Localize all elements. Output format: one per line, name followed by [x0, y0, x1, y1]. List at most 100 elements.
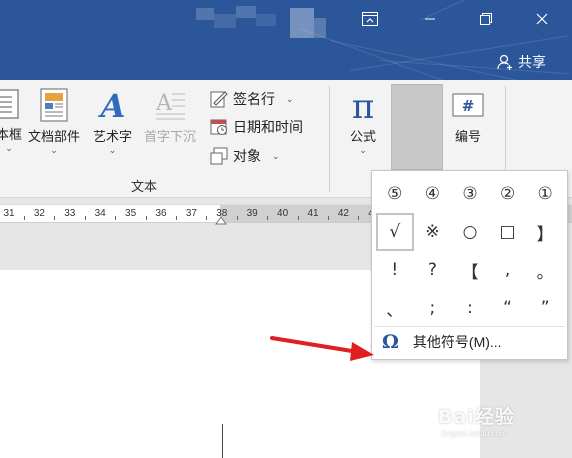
minimize-button[interactable] — [410, 4, 450, 34]
ruler-tick — [115, 216, 117, 220]
ruler-tick — [176, 216, 177, 220]
symbol-cell[interactable]: ② — [489, 175, 527, 213]
watermark-url: jingyan.baidu.com — [442, 429, 507, 438]
ruler-tick — [236, 216, 238, 220]
symbol-cell[interactable]: 。 — [526, 251, 564, 289]
date-time-label: 日期和时间 — [233, 119, 303, 135]
watermark-brand: Bai经验 — [438, 406, 515, 428]
ruler-label: 31 — [3, 208, 15, 219]
symbol-cell[interactable]: “ — [489, 289, 527, 327]
symbol-cell[interactable]: ○ — [451, 213, 489, 251]
symbol-grid: ⑤ ④ ③ ② ① √ ※ ○ □】!? 【,。、;: “” — [376, 175, 564, 327]
chevron-down-icon: ⌄ — [108, 145, 117, 155]
object-button[interactable]: 对象 ⌄ — [210, 146, 280, 166]
signature-icon — [210, 91, 228, 108]
symbol-cell[interactable]: ④ — [414, 175, 452, 213]
symbol-button[interactable] — [391, 84, 443, 170]
object-icon — [210, 147, 228, 165]
chevron-down-icon: ⌄ — [359, 145, 367, 155]
ruler-label: 34 — [94, 208, 106, 219]
symbol-cell[interactable]: , — [489, 251, 527, 289]
number-label: 编号 — [454, 129, 481, 144]
more-symbols-item[interactable]: Ω 其他符号(M)... — [382, 331, 502, 353]
red-arrow-annotation — [270, 336, 374, 361]
ruler-label: 40 — [277, 208, 289, 219]
svg-text:A: A — [98, 88, 125, 122]
ruler-tick — [84, 216, 86, 220]
signature-label: 签名行 — [233, 91, 275, 107]
minimize-icon — [425, 18, 435, 20]
indent-marker-icon[interactable] — [215, 215, 227, 225]
ruler-tick — [54, 216, 56, 220]
ruler-tick — [328, 216, 329, 220]
ruler-tick — [297, 216, 299, 220]
symbol-cell[interactable]: : — [451, 289, 489, 327]
ruler-label: 36 — [155, 208, 167, 219]
text-cursor — [222, 424, 223, 458]
symbol-cell[interactable]: 】 — [526, 213, 564, 251]
drop-cap-button[interactable]: A 首字下沉 — [144, 88, 196, 145]
blurred-title-block — [196, 8, 214, 20]
quick-parts-icon — [40, 88, 68, 122]
drop-cap-icon: A — [155, 91, 185, 120]
symbol-cell[interactable]: ? — [414, 251, 452, 289]
person-icon — [497, 54, 512, 70]
blurred-title-block — [290, 8, 314, 38]
more-symbols-label: 其他符号(M)... — [412, 334, 502, 350]
textbox-label: 本框 — [0, 127, 23, 142]
symbol-cell[interactable]: ! — [376, 251, 414, 289]
group-separator — [329, 86, 330, 192]
symbol-cell[interactable]: 【 — [451, 251, 489, 289]
restore-button[interactable] — [466, 4, 506, 34]
ruler-tick — [206, 216, 208, 220]
share-button[interactable]: 共享 — [497, 52, 546, 72]
calendar-icon — [210, 119, 227, 135]
symbol-cell[interactable]: □ — [489, 213, 527, 251]
svg-text:#: # — [462, 97, 475, 115]
group-label-text: 文本 — [131, 179, 158, 194]
quick-parts-button[interactable]: 文档部件 ⌄ — [28, 88, 80, 155]
ruler-tick — [358, 216, 360, 220]
textbox-button[interactable]: 本框 ⌄ — [0, 88, 22, 153]
wordart-icon: A — [98, 88, 125, 122]
wordart-label: 艺术字 — [93, 129, 133, 144]
signature-line-button[interactable]: 签名行 ⌄ — [210, 89, 294, 109]
chevron-down-icon: ⌄ — [5, 143, 13, 153]
symbol-cell[interactable]: ; — [414, 289, 452, 327]
chevron-down-icon: ⌄ — [286, 93, 294, 104]
ruler-tick — [267, 216, 269, 220]
blurred-title-block — [256, 14, 276, 26]
symbol-cell[interactable]: ① — [526, 175, 564, 213]
equation-button[interactable]: π 公式 ⌄ — [346, 88, 380, 155]
watermark: Bai经验 jingyan.baidu.com — [438, 402, 515, 438]
restore-icon — [480, 13, 492, 25]
ruler-label: 37 — [185, 208, 197, 219]
textbox-icon — [0, 89, 19, 119]
symbol-cell[interactable]: ③ — [451, 175, 489, 213]
title-bar: 共享 — [0, 0, 572, 80]
symbol-cell[interactable]: √ — [376, 213, 414, 251]
number-button[interactable]: # 编号 — [451, 88, 485, 145]
chevron-down-icon: ⌄ — [50, 145, 58, 155]
close-button[interactable] — [522, 4, 562, 34]
chevron-down-icon: ⌄ — [272, 150, 280, 161]
blurred-title-block — [214, 14, 236, 28]
quick-parts-label: 文档部件 — [28, 129, 81, 144]
wordart-button[interactable]: A 艺术字 ⌄ — [93, 88, 132, 155]
object-label: 对象 — [233, 148, 261, 164]
equation-label: 公式 — [349, 129, 376, 144]
ruler-label: 41 — [307, 208, 319, 219]
drop-cap-label: 首字下沉 — [144, 129, 197, 144]
number-icon: # — [452, 93, 484, 117]
symbol-cell[interactable]: ※ — [414, 213, 452, 251]
ruler-tick — [145, 216, 147, 220]
share-label: 共享 — [518, 54, 546, 70]
ruler-label: 42 — [337, 208, 349, 219]
pi-icon: π — [352, 88, 374, 122]
ribbon-display-options-button[interactable] — [350, 4, 390, 34]
symbol-cell[interactable]: ⑤ — [376, 175, 414, 213]
date-time-button[interactable]: 日期和时间 — [210, 117, 303, 137]
symbol-cell[interactable]: ” — [526, 289, 564, 327]
dropdown-separator — [374, 326, 565, 327]
symbol-cell[interactable]: 、 — [376, 289, 414, 327]
